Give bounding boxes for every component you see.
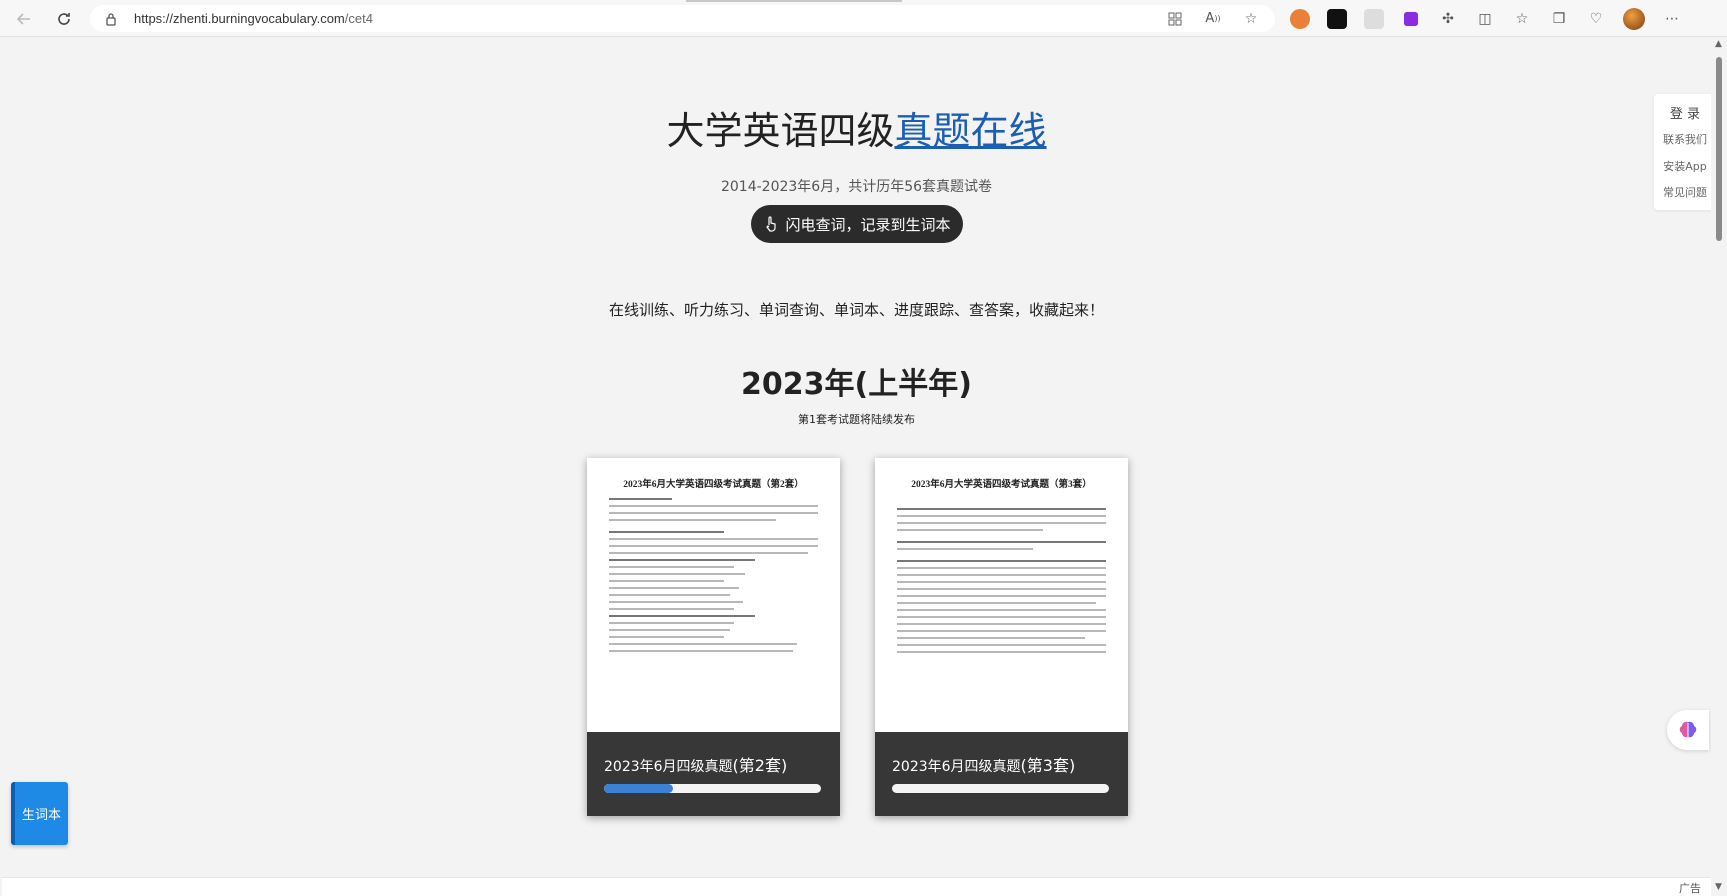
exam-card[interactable]: 2023年6月大学英语四级考试真题（第3套） 2023年6月四级真题(第3套): [875, 458, 1128, 816]
profile-avatar[interactable]: [1623, 8, 1645, 30]
card-label-set: (第2套): [732, 756, 788, 775]
page-content: 大学英语四级真题在线 2014-2023年6月，共计历年56套真题试卷 闪电查词…: [2, 37, 1716, 896]
extension-purple-icon[interactable]: [1404, 12, 1418, 26]
scroll-up-arrow[interactable]: ▲: [1715, 39, 1723, 49]
pill-label: 闪电查词，记录到生词本: [785, 215, 951, 234]
document-preview: [897, 498, 1106, 658]
features-text: 在线训练、听力练习、单词查询、单词本、进度跟踪、查答案，收藏起来！: [608, 301, 1104, 319]
ad-label[interactable]: 广告: [1679, 880, 1701, 896]
extensions-puzzle-icon[interactable]: ✣: [1438, 9, 1458, 29]
card-overlay: 2023年6月四级真题(第3套): [875, 732, 1128, 816]
progress-bar: [892, 784, 1109, 793]
extension-grey-icon[interactable]: [1364, 9, 1384, 29]
card-label: 2023年6月四级真题(第2套): [604, 752, 787, 776]
back-icon[interactable]: [12, 7, 36, 31]
card-doc-title: 2023年6月大学英语四级考试真题（第2套）: [623, 480, 804, 490]
browser-toolbar: https://zhenti.burningvocabulary.com/cet…: [0, 0, 1727, 37]
card-label: 2023年6月四级真题(第3套): [892, 752, 1075, 776]
tab-indicator: [686, 0, 902, 2]
lookup-pill-button[interactable]: 闪电查词，记录到生词本: [751, 205, 963, 243]
app-available-icon[interactable]: [1165, 9, 1185, 29]
url-path: /cet4: [344, 11, 373, 26]
extension-monkey-icon[interactable]: [1290, 9, 1310, 29]
address-bar[interactable]: https://zhenti.burningvocabulary.com/cet…: [90, 5, 1275, 32]
split-screen-icon[interactable]: ◫: [1475, 9, 1495, 29]
year-note: 第1套考试题将陆续发布: [798, 413, 915, 426]
brain-icon: [1679, 721, 1697, 738]
read-aloud-icon[interactable]: A)): [1203, 9, 1223, 29]
scrollbar-thumb[interactable]: [1716, 57, 1722, 241]
url-main: https://zhenti.burningvocabulary.com: [134, 11, 345, 26]
install-app-link[interactable]: 安装App: [1654, 158, 1716, 174]
title-plain: 大学英语四级: [666, 109, 895, 153]
year-heading: 2023年(上半年): [741, 367, 972, 402]
url-text: https://zhenti.burningvocabulary.com/cet…: [134, 11, 373, 26]
lock-icon: [106, 12, 116, 26]
hand-pointer-icon: [766, 216, 777, 232]
card-overlay: 2023年6月四级真题(第2套): [587, 732, 840, 816]
brain-assistant-button[interactable]: [1667, 710, 1709, 750]
favorite-star-icon[interactable]: ☆: [1241, 9, 1261, 29]
card-label-main: 2023年6月四级真题: [604, 759, 733, 775]
browser-essentials-icon[interactable]: ♡: [1586, 9, 1606, 29]
side-menu: 登 录 联系我们 安装App 常见问题: [1654, 94, 1716, 210]
progress-bar: [604, 784, 821, 793]
login-link[interactable]: 登 录: [1654, 103, 1716, 122]
favorites-icon[interactable]: ☆: [1512, 9, 1532, 29]
extension-dark-icon[interactable]: [1327, 9, 1347, 29]
vocabulary-book-button[interactable]: 生词本: [11, 782, 68, 845]
exam-card[interactable]: 2023年6月大学英语四级考试真题（第2套） 2023年6月四级真题(第2套): [587, 458, 840, 816]
ad-bar: 广告: [2, 877, 1711, 896]
contact-link[interactable]: 联系我们: [1654, 131, 1716, 147]
progress-fill: [604, 784, 674, 793]
page-title: 大学英语四级真题在线: [2, 100, 1711, 155]
title-link[interactable]: 真题在线: [895, 109, 1047, 153]
card-doc-title: 2023年6月大学英语四级考试真题（第3套）: [911, 480, 1092, 490]
card-label-set: (第3套): [1020, 756, 1076, 775]
card-label-main: 2023年6月四级真题: [892, 759, 1021, 775]
collections-icon[interactable]: ❐: [1549, 9, 1569, 29]
more-menu-icon[interactable]: ⋯: [1662, 9, 1682, 29]
page-subtitle: 2014-2023年6月，共计历年56套真题试卷: [720, 179, 993, 195]
document-preview: [609, 498, 818, 657]
reload-icon[interactable]: [52, 7, 76, 31]
faq-link[interactable]: 常见问题: [1654, 184, 1716, 200]
scroll-down-arrow[interactable]: ▼: [1715, 882, 1723, 892]
